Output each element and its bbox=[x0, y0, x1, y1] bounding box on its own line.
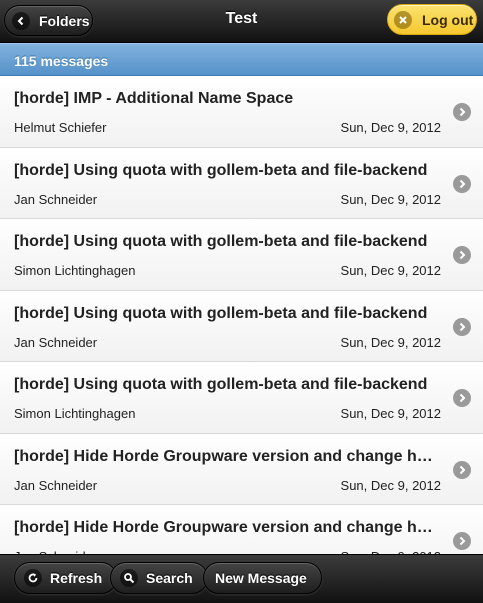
message-sender: Jan Schneider bbox=[14, 334, 98, 350]
message-subject: [horde] Using quota with gollem-beta and… bbox=[14, 161, 428, 179]
chevron-right-icon bbox=[453, 103, 471, 121]
message-subject: [horde] IMP - Additional Name Space bbox=[14, 90, 294, 107]
message-date: Sun, Dec 9, 2012 bbox=[340, 334, 441, 350]
message-sender: Helmut Schiefer bbox=[14, 120, 107, 135]
message-date: Sun, Dec 9, 2012 bbox=[340, 191, 441, 207]
chevron-right-icon bbox=[453, 389, 471, 407]
new-message-label: New Message bbox=[215, 570, 307, 586]
message-row[interactable]: [horde] Using quota with gollem-beta and… bbox=[0, 147, 483, 219]
search-button[interactable]: Search bbox=[110, 562, 208, 594]
message-subject: [horde] Hide Horde Groupware version and… bbox=[14, 519, 433, 536]
message-row[interactable]: [horde] Using quota with gollem-beta and… bbox=[0, 219, 483, 291]
message-list: [horde] IMP - Additional Name Space Helmu… bbox=[0, 76, 483, 554]
message-subject: [horde] Using quota with gollem-beta and… bbox=[14, 376, 428, 393]
refresh-icon bbox=[24, 569, 42, 587]
message-row[interactable]: [horde] IMP - Additional Name Space Helmu… bbox=[0, 76, 483, 148]
close-icon bbox=[394, 10, 412, 29]
message-date: Sun, Dec 9, 2012 bbox=[340, 263, 441, 278]
message-row[interactable]: [horde] Hide Horde Groupware version and… bbox=[0, 505, 483, 554]
chevron-right-icon bbox=[453, 317, 471, 336]
header-bar: Folders Test Log out bbox=[0, 0, 483, 43]
chevron-right-icon bbox=[453, 532, 471, 550]
chevron-right-icon bbox=[453, 460, 471, 479]
footer-toolbar: Refresh Search New Message bbox=[0, 554, 483, 603]
chevron-right-icon bbox=[453, 246, 471, 264]
message-sender: Jan Schneider bbox=[14, 191, 98, 207]
mail-app: Folders Test Log out 115 messages [horde… bbox=[0, 0, 483, 603]
refresh-label: Refresh bbox=[50, 570, 103, 586]
message-count-bar: 115 messages bbox=[0, 43, 483, 76]
message-sender: Simon Lichtinghagen bbox=[14, 406, 136, 421]
chevron-right-icon bbox=[453, 174, 471, 193]
logout-label: Log out bbox=[422, 11, 474, 28]
message-sender: Simon Lichtinghagen bbox=[14, 263, 136, 278]
message-date: Sun, Dec 9, 2012 bbox=[340, 406, 441, 421]
message-subject: [horde] Using quota with gollem-beta and… bbox=[14, 304, 428, 322]
logout-button[interactable]: Log out bbox=[387, 4, 477, 35]
message-sender: Jan Schneider bbox=[14, 477, 98, 493]
message-subject: [horde] Hide Horde Groupware version and… bbox=[14, 447, 433, 465]
refresh-button[interactable]: Refresh bbox=[14, 562, 118, 594]
message-row[interactable]: [horde] Using quota with gollem-beta and… bbox=[0, 290, 483, 362]
message-subject: [horde] Using quota with gollem-beta and… bbox=[14, 233, 428, 250]
search-label: Search bbox=[146, 570, 193, 586]
search-icon bbox=[120, 569, 138, 587]
message-date: Sun, Dec 9, 2012 bbox=[340, 477, 441, 493]
message-date: Sun, Dec 9, 2012 bbox=[340, 120, 441, 135]
message-row[interactable]: [horde] Using quota with gollem-beta and… bbox=[0, 362, 483, 434]
new-message-button[interactable]: New Message bbox=[203, 562, 322, 594]
message-count: 115 messages bbox=[14, 53, 109, 69]
message-row[interactable]: [horde] Hide Horde Groupware version and… bbox=[0, 433, 483, 505]
